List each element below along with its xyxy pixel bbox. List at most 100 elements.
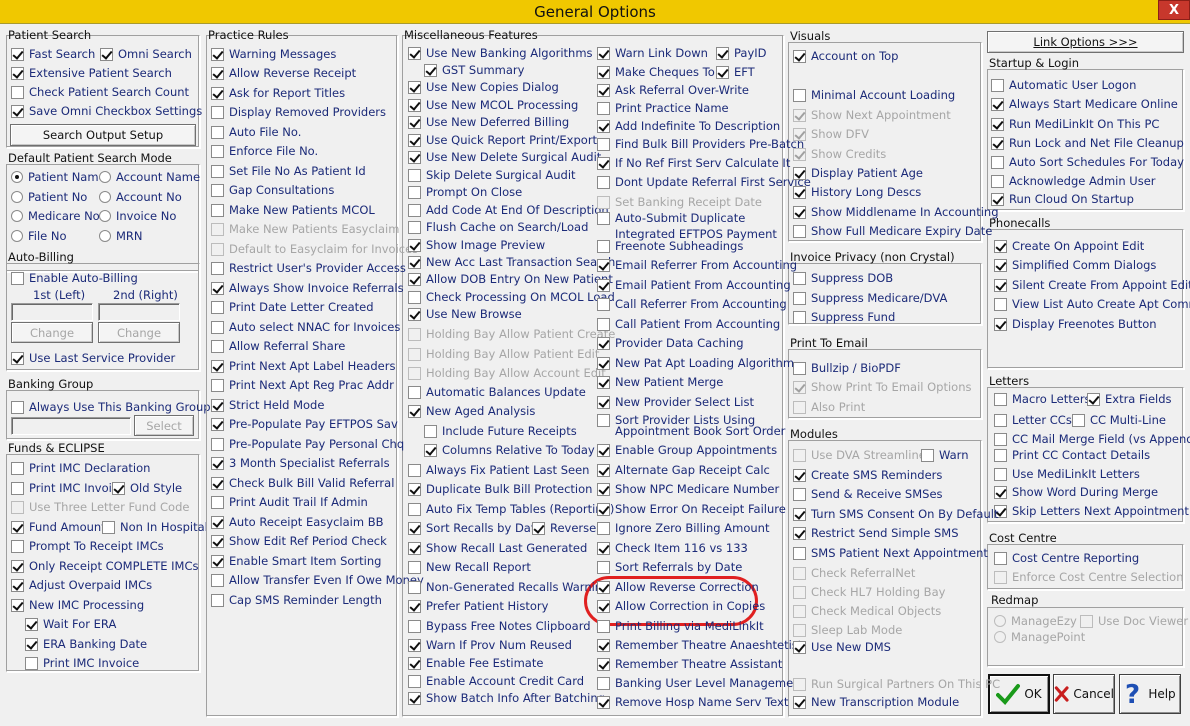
mode-invoice-no-radio[interactable]: Invoice No: [99, 208, 176, 224]
misc-set-banking-receipt-date[interactable]: Set Banking Receipt Date: [597, 194, 762, 210]
practice-rule-always-show-invoice-referrals[interactable]: Always Show Invoice Referrals: [211, 280, 404, 296]
print-imc-invoice-checkbox[interactable]: Print IMC Invoice: [11, 480, 125, 496]
startup-auto-sort-schedules-for-today[interactable]: Auto Sort Schedules For Today: [991, 154, 1184, 170]
misc-use-quick-report-print-export[interactable]: Use Quick Report Print/Export: [408, 132, 597, 148]
module-run-surgical-partners-on-this-pc[interactable]: Run Surgical Partners On This PC: [793, 676, 1000, 692]
visual-show-next-appointment[interactable]: Show Next Appointment: [793, 107, 951, 123]
practice-rule-check-bulk-bill-valid-referral[interactable]: Check Bulk Bill Valid Referral: [211, 475, 394, 491]
misc-sort-recalls-by-date[interactable]: Sort Recalls by Date: [408, 520, 542, 536]
practice-rule-display-removed-providers[interactable]: Display Removed Providers: [211, 104, 386, 120]
misc-eft[interactable]: EFT: [716, 64, 755, 80]
first-provider-field[interactable]: [11, 303, 93, 321]
misc-ask-referral-over-write[interactable]: Ask Referral Over-Write: [597, 82, 749, 98]
practice-rule-print-next-apt-reg-prac-addr[interactable]: Print Next Apt Reg Prac Addr: [211, 377, 394, 393]
mode-medicare-no-radio[interactable]: Medicare No: [11, 208, 100, 224]
module-use-new-dms[interactable]: Use New DMS: [793, 639, 891, 655]
banking-group-select-button[interactable]: Select: [134, 415, 194, 436]
visual-display-patient-age[interactable]: Display Patient Age: [793, 165, 923, 181]
misc-add-indefinite-to-description[interactable]: Add Indefinite To Description: [597, 118, 780, 134]
startup-run-lock-and-net-file-cleanup[interactable]: Run Lock and Net File Cleanup: [991, 135, 1184, 151]
second-provider-field[interactable]: [98, 303, 180, 321]
print-cc-contact-checkbox[interactable]: Print CC Contact Details: [994, 447, 1150, 463]
misc-use-new-mcol-processing[interactable]: Use New MCOL Processing: [408, 97, 578, 113]
module-send-receive-smses[interactable]: Send & Receive SMSes: [793, 486, 943, 502]
always-use-banking-group-checkbox[interactable]: Always Use This Banking Group: [11, 399, 211, 415]
only-receipt-complete-imcs-checkbox[interactable]: Only Receipt COMPLETE IMCs: [11, 558, 199, 574]
practice-rule-3-month-specialist-referrals[interactable]: 3 Month Specialist Referrals: [211, 455, 390, 471]
link-options-button[interactable]: Link Options >>>: [987, 31, 1184, 53]
misc-holding-bay-allow-account-edit[interactable]: Holding Bay Allow Account Edit: [408, 365, 606, 381]
visual-account-on-top[interactable]: Account on Top: [793, 48, 898, 64]
fund-amount-checkbox[interactable]: Fund Amount: [11, 519, 106, 535]
also-print-checkbox[interactable]: Also Print: [793, 399, 865, 415]
misc-make-cheques-to[interactable]: Make Cheques To: [597, 64, 715, 80]
misc-reverse[interactable]: Reverse: [532, 520, 596, 536]
misc-call-referrer-from-accounting[interactable]: Call Referrer From Accounting: [597, 296, 787, 312]
mode-mrn-radio[interactable]: MRN: [99, 228, 143, 244]
module-sleep-lab-mode[interactable]: Sleep Lab Mode: [793, 622, 902, 638]
new-imc-processing-checkbox[interactable]: New IMC Processing: [11, 597, 144, 613]
misc-if-no-ref-first-serv-calculate-it[interactable]: If No Ref First Serv Calculate It: [597, 155, 790, 171]
print-imc-invoice-2-checkbox[interactable]: Print IMC Invoice: [25, 655, 139, 671]
suppress-dob-checkbox[interactable]: Suppress DOB: [793, 270, 893, 286]
adjust-overpaid-imcs-checkbox[interactable]: Adjust Overpaid IMCs: [11, 577, 152, 593]
misc-allow-dob-entry-on-new-patient[interactable]: Allow DOB Entry On New Patient: [408, 271, 613, 287]
misc-new-aged-analysis[interactable]: New Aged Analysis: [408, 403, 535, 419]
module-check-medical-objects[interactable]: Check Medical Objects: [793, 603, 941, 619]
era-banking-date-checkbox[interactable]: ERA Banking Date: [25, 636, 147, 652]
cc-multi-line-checkbox[interactable]: CC Multi-Line: [1072, 412, 1166, 428]
change-second-button[interactable]: Change: [98, 322, 180, 343]
misc-columns-relative-to-today[interactable]: Columns Relative To Today: [424, 442, 595, 458]
save-omni-settings-checkbox[interactable]: Save Omni Checkbox Settings: [11, 103, 202, 119]
startup-run-cloud-on-startup[interactable]: Run Cloud On Startup: [991, 191, 1134, 207]
module-new-transcription-module[interactable]: New Transcription Module: [793, 694, 959, 710]
misc-bypass-free-notes-clipboard[interactable]: Bypass Free Notes Clipboard: [408, 618, 591, 634]
practice-rule-show-edit-ref-period-check[interactable]: Show Edit Ref Period Check: [211, 533, 387, 549]
misc-warn-if-prov-num-reused[interactable]: Warn If Prov Num Reused: [408, 637, 572, 653]
misc-show-image-preview[interactable]: Show Image Preview: [408, 237, 545, 253]
misc-use-new-banking-algorithms[interactable]: Use New Banking Algorithms: [408, 45, 593, 61]
misc-add-code-at-end-of-description[interactable]: Add Code At End Of Description: [408, 202, 609, 218]
misc-prompt-on-close[interactable]: Prompt On Close: [408, 184, 522, 200]
misc-warn-link-down[interactable]: Warn Link Down: [597, 45, 708, 61]
misc-provider-data-caching[interactable]: Provider Data Caching: [597, 335, 744, 351]
help-button[interactable]: ? Help: [1119, 674, 1181, 714]
misc-non-generated-recalls-warning[interactable]: Non-Generated Recalls Warning: [408, 579, 609, 595]
module-sms-patient-next-appointment[interactable]: SMS Patient Next Appointment: [793, 545, 988, 561]
three-letter-fund-code-checkbox[interactable]: Use Three Letter Fund Code: [11, 499, 189, 515]
misc-gst-summary[interactable]: GST Summary: [424, 62, 524, 78]
misc-check-processing-on-mcol-load[interactable]: Check Processing On MCOL Load: [408, 289, 615, 305]
module-check-referralnet[interactable]: Check ReferralNet: [793, 565, 915, 581]
change-first-button[interactable]: Change: [11, 322, 93, 343]
banking-group-field[interactable]: [11, 417, 131, 435]
omni-search-checkbox[interactable]: Omni Search: [100, 46, 192, 62]
misc-show-batch-info-after-batching[interactable]: Show Batch Info After Batching: [408, 690, 605, 706]
module-create-sms-reminders[interactable]: Create SMS Reminders: [793, 467, 942, 483]
practice-rule-cap-sms-reminder-length[interactable]: Cap SMS Reminder Length: [211, 592, 382, 608]
practice-rule-print-next-apt-label-headers[interactable]: Print Next Apt Label Headers: [211, 358, 395, 374]
fast-search-checkbox[interactable]: Fast Search: [11, 46, 95, 62]
old-style-checkbox[interactable]: Old Style: [112, 480, 182, 496]
suppress-fund-checkbox[interactable]: Suppress Fund: [793, 309, 895, 325]
startup-acknowledge-admin-user[interactable]: Acknowledge Admin User: [991, 173, 1156, 189]
prompt-receipt-imcs-checkbox[interactable]: Prompt To Receipt IMCs: [11, 538, 164, 554]
misc-holding-bay-allow-patient-edit[interactable]: Holding Bay Allow Patient Edit: [408, 346, 599, 362]
practice-rule-enable-smart-item-sorting[interactable]: Enable Smart Item Sorting: [211, 553, 381, 569]
misc-check-item-116-vs-133[interactable]: Check Item 116 vs 133: [597, 540, 748, 556]
practice-rule-auto-file-no[interactable]: Auto File No.: [211, 124, 301, 140]
misc-print-practice-name[interactable]: Print Practice Name: [597, 100, 729, 116]
phonecall-simplified-comm-dialogs[interactable]: Simplified Comm Dialogs: [994, 257, 1156, 273]
skip-letters-next-apt-checkbox[interactable]: Skip Letters Next Appointment: [994, 503, 1189, 519]
practice-rule-auto-select-nnac-for-invoices[interactable]: Auto select NNAC for Invoices: [211, 319, 400, 335]
module-warn[interactable]: Warn: [921, 447, 969, 463]
practice-rule-warning-messages[interactable]: Warning Messages: [211, 46, 336, 62]
misc-enable-fee-estimate[interactable]: Enable Fee Estimate: [408, 655, 543, 671]
letter-ccs-checkbox[interactable]: Letter CCs: [994, 412, 1072, 428]
practice-rule-ask-for-report-titles[interactable]: Ask for Report Titles: [211, 85, 345, 101]
misc-call-patient-from-accounting[interactable]: Call Patient From Accounting: [597, 316, 780, 332]
practice-rule-auto-receipt-easyclaim-bb[interactable]: Auto Receipt Easyclaim BB: [211, 514, 383, 530]
misc-use-new-delete-surgical-audit[interactable]: Use New Delete Surgical Audit: [408, 149, 601, 165]
show-print-email-options-checkbox[interactable]: Show Print To Email Options: [793, 379, 972, 395]
misc-show-recall-last-generated[interactable]: Show Recall Last Generated: [408, 540, 587, 556]
print-imc-declaration-checkbox[interactable]: Print IMC Declaration: [11, 460, 150, 476]
